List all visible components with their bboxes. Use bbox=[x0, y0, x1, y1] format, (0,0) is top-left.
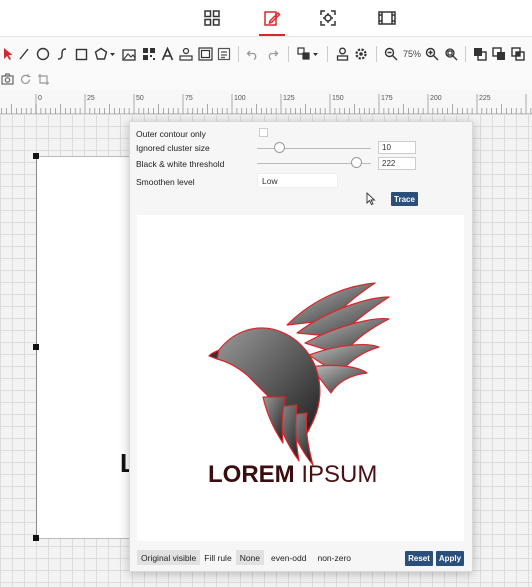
redo-icon[interactable] bbox=[265, 45, 279, 63]
ignored-cluster-input[interactable]: 10 bbox=[378, 141, 416, 154]
zoom-fit-icon[interactable] bbox=[443, 45, 459, 63]
ignored-cluster-slider-thumb[interactable] bbox=[274, 142, 285, 153]
trace-preview: LOREM IPSUM bbox=[137, 215, 464, 541]
ellipse-tool-icon[interactable] bbox=[35, 45, 51, 63]
zoom-in-icon[interactable] bbox=[424, 45, 440, 63]
edit-pen-icon[interactable] bbox=[258, 4, 286, 36]
fill-rule-bar: Original visible Fill rule None even-odd… bbox=[137, 550, 355, 565]
logo-text: LOREM IPSUM bbox=[208, 461, 377, 489]
ruler-label: 175 bbox=[381, 95, 393, 102]
fill-rule-none[interactable]: None bbox=[235, 550, 265, 565]
document-icon[interactable] bbox=[216, 45, 232, 63]
bw-threshold-input[interactable]: 222 bbox=[378, 157, 416, 170]
trace-button[interactable]: Trace bbox=[391, 192, 418, 206]
ruler-label: 75 bbox=[185, 95, 193, 102]
smoothen-level-label: Smoothen level bbox=[136, 177, 195, 187]
zoom-level: 75% bbox=[402, 49, 421, 59]
toolbar-divider bbox=[376, 46, 377, 62]
toolbar-divider bbox=[238, 46, 239, 62]
ruler-label: 225 bbox=[479, 95, 491, 102]
fill-rule-even-odd[interactable]: even-odd bbox=[267, 550, 310, 565]
secondary-toolbar bbox=[0, 68, 532, 90]
image-tool-icon[interactable] bbox=[121, 45, 137, 63]
toolbar-divider bbox=[288, 46, 289, 62]
logo-word-lorem: LOREM bbox=[208, 461, 295, 488]
trace-image-panel: Outer contour only Ignored cluster size … bbox=[129, 121, 473, 572]
bool-subtract-icon[interactable] bbox=[491, 45, 507, 63]
film-frame-icon[interactable] bbox=[373, 4, 401, 32]
apply-button[interactable]: Apply bbox=[436, 551, 464, 566]
ignored-cluster-label: Ignored cluster size bbox=[136, 143, 210, 153]
mouse-cursor-icon bbox=[366, 191, 376, 211]
qr-code-icon[interactable] bbox=[141, 45, 157, 63]
fill-rule-label: Fill rule bbox=[204, 552, 232, 563]
rectangle-tool-icon[interactable] bbox=[74, 45, 88, 63]
undo-icon[interactable] bbox=[245, 45, 259, 63]
polygon-tool-icon[interactable] bbox=[93, 45, 117, 63]
layout-grid-icon[interactable] bbox=[198, 4, 226, 32]
bw-threshold-label: Black & white threshold bbox=[136, 159, 225, 169]
trace-image-icon[interactable] bbox=[197, 45, 213, 63]
zoom-out-icon[interactable] bbox=[383, 45, 399, 63]
user-stamp-icon[interactable] bbox=[334, 45, 350, 63]
curve-tool-icon[interactable] bbox=[55, 45, 69, 63]
reset-button[interactable]: Reset bbox=[405, 551, 433, 566]
crosshair-center-icon[interactable] bbox=[314, 4, 342, 32]
smoothen-level-select[interactable]: Low bbox=[257, 173, 338, 188]
fill-rule-non-zero[interactable]: non-zero bbox=[313, 550, 355, 565]
network-icon[interactable] bbox=[178, 45, 194, 63]
bird-logo-image bbox=[208, 282, 390, 466]
ruler-label: 150 bbox=[332, 95, 344, 102]
original-visible-toggle[interactable]: Original visible bbox=[137, 550, 201, 565]
ruler-label: 50 bbox=[136, 95, 144, 102]
rotate-icon[interactable] bbox=[18, 70, 32, 88]
ruler-ticks: 0 25 50 75 100 125 150 175 200 225 bbox=[1, 94, 532, 114]
bool-union-icon[interactable] bbox=[472, 45, 488, 63]
ruler-label: 100 bbox=[234, 95, 246, 102]
selection-handle-bottom[interactable] bbox=[33, 535, 39, 541]
bw-threshold-slider-thumb[interactable] bbox=[351, 157, 362, 168]
top-navigation bbox=[0, 0, 532, 36]
outer-contour-label: Outer contour only bbox=[136, 129, 206, 139]
toolbar-divider bbox=[327, 46, 328, 62]
text-tool-icon[interactable] bbox=[160, 45, 174, 63]
ruler-label: 25 bbox=[87, 95, 95, 102]
outer-contour-checkbox[interactable] bbox=[259, 128, 268, 137]
crop-icon[interactable] bbox=[36, 70, 50, 88]
drawing-toolbar: 75% bbox=[0, 36, 532, 68]
horizontal-ruler: 0 25 50 75 100 125 150 175 200 225 bbox=[0, 90, 532, 114]
ruler-label: 200 bbox=[430, 95, 442, 102]
arrange-menu-icon[interactable] bbox=[296, 45, 320, 63]
bool-intersect-icon[interactable] bbox=[510, 45, 526, 63]
toolbar-divider bbox=[465, 46, 466, 62]
logo-word-ipsum: IPSUM bbox=[301, 461, 378, 488]
line-tool-icon[interactable] bbox=[17, 45, 31, 63]
camera-icon[interactable] bbox=[0, 70, 14, 88]
ruler-label: 125 bbox=[283, 95, 295, 102]
selection-handle-middle[interactable] bbox=[33, 344, 39, 350]
ruler-label: 0 bbox=[38, 95, 42, 102]
selection-handle-top[interactable] bbox=[33, 153, 39, 159]
gear-icon[interactable] bbox=[353, 45, 369, 63]
select-arrow-icon[interactable] bbox=[1, 45, 15, 63]
